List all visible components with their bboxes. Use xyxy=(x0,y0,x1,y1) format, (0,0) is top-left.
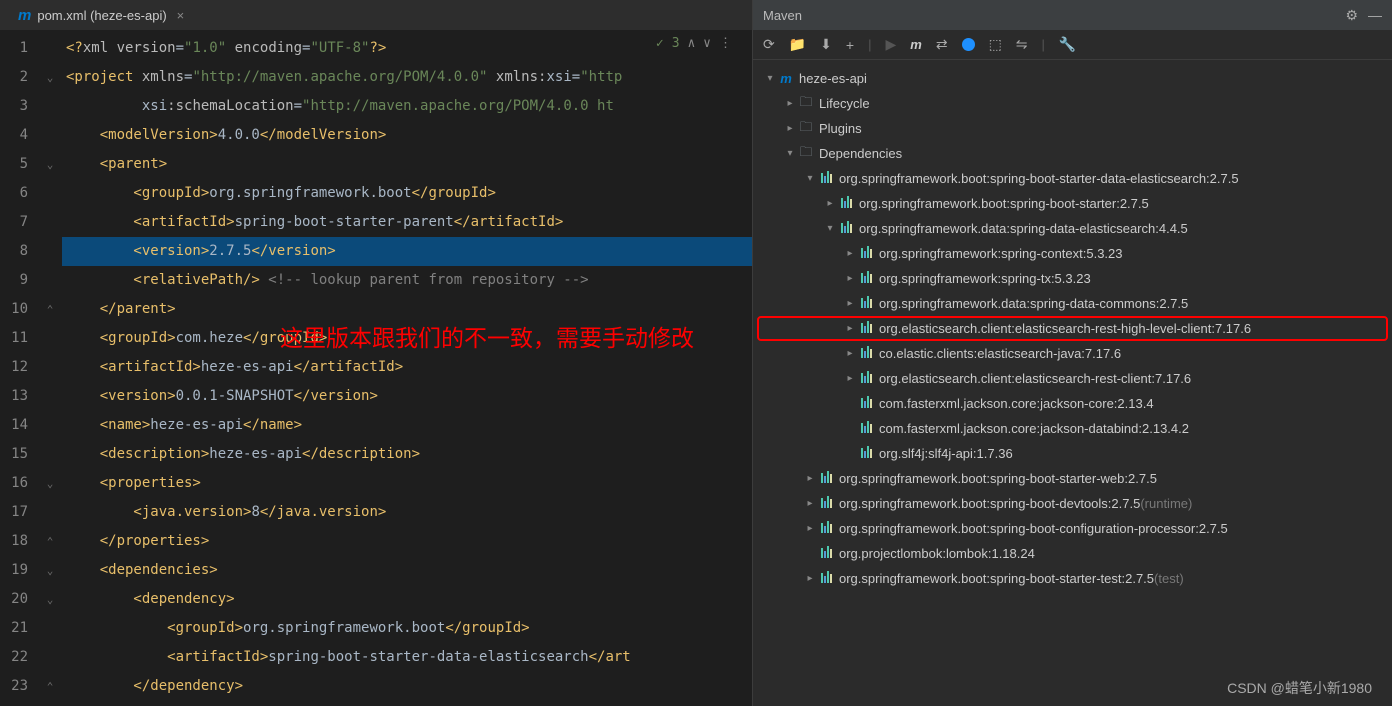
tree-item[interactable]: ▾mheze-es-api xyxy=(757,66,1388,91)
code-line[interactable]: </dependency> xyxy=(62,672,752,701)
problem-count: 3 xyxy=(672,36,680,51)
settings-icon[interactable]: ⚙ xyxy=(1345,7,1358,24)
tree-item[interactable]: ▾🗀Dependencies xyxy=(757,141,1388,166)
code-line[interactable]: <relativePath/> <!-- lookup parent from … xyxy=(62,266,752,295)
maven-file-icon: m xyxy=(18,7,31,24)
offline-mode-icon[interactable] xyxy=(962,38,975,51)
maven-header: Maven ⚙ — xyxy=(753,0,1392,30)
tree-item[interactable]: ▸org.springframework.boot:spring-boot-st… xyxy=(757,466,1388,491)
minimize-icon[interactable]: — xyxy=(1368,7,1382,23)
maven-title: Maven xyxy=(763,8,802,23)
analysis-indicator[interactable]: ✓ 3 ∧ ∨ ⋮ xyxy=(656,36,732,51)
editor-pane: m pom.xml (heze-es-api) × ✓ 3 ∧ ∨ ⋮ 1234… xyxy=(0,0,752,706)
tree-item[interactable]: ▸org.springframework.boot:spring-boot-co… xyxy=(757,516,1388,541)
tree-item[interactable]: ▸org.elasticsearch.client:elasticsearch-… xyxy=(757,316,1388,341)
tree-item[interactable]: ▸org.springframework.boot:spring-boot-de… xyxy=(757,491,1388,516)
execute-maven-icon[interactable]: m xyxy=(910,37,922,52)
fold-gutter: ⌄⌄⌃⌄⌃⌄⌄⌃ xyxy=(38,30,62,706)
nav-arrows[interactable]: ∧ ∨ xyxy=(688,36,711,51)
file-tab[interactable]: m pom.xml (heze-es-api) × xyxy=(8,1,194,30)
tree-item[interactable]: ▸org.springframework.boot:spring-boot-st… xyxy=(757,566,1388,591)
tree-item[interactable]: ▸org.elasticsearch.client:elasticsearch-… xyxy=(757,366,1388,391)
code-line[interactable]: </properties> xyxy=(62,527,752,556)
code-line[interactable]: <artifactId>spring-boot-starter-parent</… xyxy=(62,208,752,237)
check-icon: ✓ xyxy=(656,36,664,51)
tree-item[interactable]: ▸org.springframework:spring-context:5.3.… xyxy=(757,241,1388,266)
code-line[interactable]: <groupId>org.springframework.boot</group… xyxy=(62,614,752,643)
code-line[interactable]: <artifactId>spring-boot-starter-data-ela… xyxy=(62,643,752,672)
tab-title: pom.xml (heze-es-api) xyxy=(37,8,166,23)
code-line[interactable]: <name>heze-es-api</name> xyxy=(62,411,752,440)
code-line[interactable]: <description>heze-es-api</description> xyxy=(62,440,752,469)
tree-item[interactable]: com.fasterxml.jackson.core:jackson-core:… xyxy=(757,391,1388,416)
tree-item[interactable]: ▸🗀Plugins xyxy=(757,116,1388,141)
collapse-icon[interactable]: ⇋ xyxy=(1016,36,1028,53)
reload-icon[interactable]: ⟳ xyxy=(763,36,775,53)
code-line[interactable]: <dependency> xyxy=(62,585,752,614)
code-line[interactable]: <parent> xyxy=(62,150,752,179)
maven-pane: Maven ⚙ — ⟳ 📁 ⬇ + | ▶ m ⇄ ⬚ ⇋ | 🔧 ▾mheze… xyxy=(752,0,1392,706)
code-line[interactable]: <version>0.0.1-SNAPSHOT</version> xyxy=(62,382,752,411)
code-line[interactable]: <properties> xyxy=(62,469,752,498)
generate-sources-icon[interactable]: 📁 xyxy=(789,36,806,53)
run-icon[interactable]: ▶ xyxy=(885,36,896,53)
code-line[interactable]: <?xml version="1.0" encoding="UTF-8"?> xyxy=(62,34,752,63)
editor-body[interactable]: ✓ 3 ∧ ∨ ⋮ 123456789101112131415161718192… xyxy=(0,30,752,706)
tree-item[interactable]: ▸org.springframework.boot:spring-boot-st… xyxy=(757,191,1388,216)
download-icon[interactable]: ⬇ xyxy=(820,36,832,53)
code-line[interactable]: <project xmlns="http://maven.apache.org/… xyxy=(62,63,752,92)
show-deps-icon[interactable]: ⬚ xyxy=(989,36,1002,53)
tree-item[interactable]: com.fasterxml.jackson.core:jackson-datab… xyxy=(757,416,1388,441)
code-line[interactable]: <artifactId>heze-es-api</artifactId> xyxy=(62,353,752,382)
more-icon[interactable]: ⋮ xyxy=(719,36,732,51)
code-line[interactable]: <modelVersion>4.0.0</modelVersion> xyxy=(62,121,752,150)
maven-tree[interactable]: ▾mheze-es-api▸🗀Lifecycle▸🗀Plugins▾🗀Depen… xyxy=(753,60,1392,706)
tree-item[interactable]: ▸co.elastic.clients:elasticsearch-java:7… xyxy=(757,341,1388,366)
red-annotation: 这里版本跟我们的不一致，需要手动修改 xyxy=(280,319,694,353)
close-tab-icon[interactable]: × xyxy=(177,8,185,23)
watermark: CSDN @蜡笔小新1980 xyxy=(1227,678,1372,698)
line-gutter: 1234567891011121314151617181920212223 xyxy=(0,30,38,706)
tree-item[interactable]: org.projectlombok:lombok:1.18.24 xyxy=(757,541,1388,566)
tree-item[interactable]: ▸🗀Lifecycle xyxy=(757,91,1388,116)
code-line[interactable]: <groupId>org.springframework.boot</group… xyxy=(62,179,752,208)
tree-item[interactable]: ▸org.springframework.data:spring-data-co… xyxy=(757,291,1388,316)
tree-item[interactable]: ▾org.springframework.boot:spring-boot-st… xyxy=(757,166,1388,191)
tab-bar: m pom.xml (heze-es-api) × xyxy=(0,0,752,30)
code-area[interactable]: 这里版本跟我们的不一致，需要手动修改 <?xml version="1.0" e… xyxy=(62,30,752,706)
add-icon[interactable]: + xyxy=(846,37,854,53)
maven-toolbar: ⟳ 📁 ⬇ + | ▶ m ⇄ ⬚ ⇋ | 🔧 xyxy=(753,30,1392,60)
tree-item[interactable]: ▾org.springframework.data:spring-data-el… xyxy=(757,216,1388,241)
code-line[interactable]: <version>2.7.5</version> xyxy=(62,237,752,266)
toggle-skip-tests-icon[interactable]: ⇄ xyxy=(936,36,948,53)
wrench-icon[interactable]: 🔧 xyxy=(1059,36,1076,53)
tree-item[interactable]: ▸org.springframework:spring-tx:5.3.23 xyxy=(757,266,1388,291)
code-line[interactable]: <java.version>8</java.version> xyxy=(62,498,752,527)
code-line[interactable]: <dependencies> xyxy=(62,556,752,585)
code-line[interactable]: xsi:schemaLocation="http://maven.apache.… xyxy=(62,92,752,121)
tree-item[interactable]: org.slf4j:slf4j-api:1.7.36 xyxy=(757,441,1388,466)
